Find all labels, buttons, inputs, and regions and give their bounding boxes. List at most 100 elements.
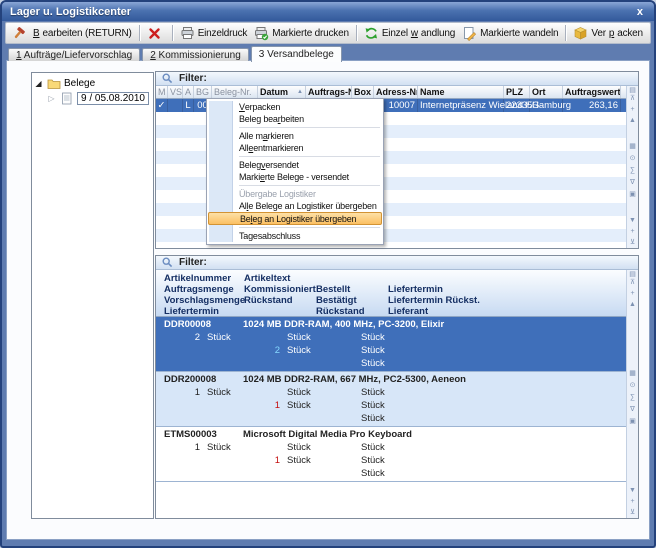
row-cell[interactable]: ✓: [156, 99, 168, 112]
column-header[interactable]: PLZ: [504, 86, 530, 98]
loeschen-button[interactable]: [144, 25, 168, 42]
filter-funnel-icon[interactable]: ∇: [630, 179, 635, 187]
column-chooser-icon[interactable]: ▤: [629, 87, 636, 95]
article-row[interactable]: 1StückStückStück: [156, 386, 626, 399]
band-header-label[interactable]: Vorschlagsmenge: [164, 295, 245, 306]
article-title-row[interactable]: ETMS00003Microsoft Digital Media Pro Key…: [156, 428, 626, 441]
tagesabschluss-button[interactable]: Tagesabschluss: [647, 25, 651, 42]
band-header-label[interactable]: Artikeltext: [244, 273, 290, 284]
scroll-top-icon[interactable]: ⊼: [630, 95, 635, 103]
tree-expander-icon[interactable]: ◢: [34, 79, 43, 88]
article-row[interactable]: Stück: [156, 467, 626, 480]
band-header-label[interactable]: Liefertermin Rückst.: [388, 295, 480, 306]
column-header[interactable]: Auftragswert €: [563, 86, 621, 98]
band-header-label[interactable]: Artikelnummer: [164, 273, 231, 284]
grid-scroll-strip[interactable]: ▤⊼+▲▦⊙∑∇▣▼+⊻: [626, 270, 638, 518]
scroll-top-icon[interactable]: ⊼: [630, 279, 635, 287]
column-header[interactable]: Box: [352, 86, 374, 98]
scroll-up-icon[interactable]: +: [630, 290, 634, 298]
band-header-label[interactable]: Liefertermin: [388, 284, 443, 295]
row-cell[interactable]: 263,16: [563, 99, 621, 112]
article-row[interactable]: Stück: [156, 412, 626, 425]
article-row[interactable]: 2StückStückStück: [156, 331, 626, 344]
column-header[interactable]: A: [183, 86, 194, 98]
bearbeiten-button[interactable]: Bearbeiten (RETURN): [9, 25, 135, 42]
row-cell[interactable]: Hamburg: [530, 99, 563, 112]
scroll-up-icon[interactable]: +: [630, 106, 634, 114]
row-up-icon[interactable]: ▲: [629, 301, 636, 309]
article-groups[interactable]: DDR000081024 MB DDR-RAM, 400 MHz, PC-320…: [156, 317, 626, 518]
row-down-icon[interactable]: ▼: [629, 217, 636, 225]
menu-item[interactable]: Alle markieren: [207, 130, 383, 142]
einzeldruck-button[interactable]: Einzeldruck: [177, 25, 251, 42]
scroll-bottom-icon[interactable]: ⊻: [630, 239, 635, 247]
sum-icon[interactable]: ∑: [630, 394, 635, 402]
article-group[interactable]: DDR000081024 MB DDR-RAM, 400 MHz, PC-320…: [156, 317, 626, 372]
menu-item[interactable]: Alle entmarkieren: [207, 142, 383, 154]
article-group[interactable]: DDR2000081024 MB DDR2-RAM, 667 MHz, PC2-…: [156, 372, 626, 427]
band-header-label[interactable]: Bestellt: [316, 284, 350, 295]
scroll-bottom-icon[interactable]: ⊻: [630, 509, 635, 517]
scroll-down-icon[interactable]: +: [630, 498, 634, 506]
search-icon[interactable]: ⊙: [630, 382, 636, 390]
article-row[interactable]: 1StückStück: [156, 399, 626, 412]
column-header[interactable]: Name: [418, 86, 504, 98]
filter-bar[interactable]: Filter:: [156, 72, 638, 86]
filter-bar[interactable]: Filter:: [156, 256, 638, 270]
row-cell[interactable]: 22335: [504, 99, 530, 112]
menu-item[interactable]: Alle Belege an Logistiker übergeben: [207, 200, 383, 212]
documents-tree[interactable]: ◢ Belege ▷ 9 / 05.08.2010: [31, 72, 154, 519]
grid-scroll-strip[interactable]: ▤⊼ + ▲ ▦ ⊙ ∑ ∇ ▣ ▼ + ⊻: [626, 86, 638, 248]
search-icon[interactable]: ⊙: [630, 155, 636, 163]
row-down-icon[interactable]: ▼: [629, 487, 636, 495]
layout-icon[interactable]: ▣: [629, 191, 636, 199]
band-header-label[interactable]: Auftragsmenge: [164, 284, 234, 295]
tab-kommissionierung[interactable]: 2 Kommissionierung: [142, 48, 249, 61]
title-bar[interactable]: Lager u. Logistikcenter x: [2, 2, 654, 21]
band-header-label[interactable]: Kommissioniert: [244, 284, 316, 295]
close-icon[interactable]: x: [634, 6, 646, 18]
tab-versandbelege[interactable]: 3 Versandbelege: [251, 46, 342, 62]
markierte-wandeln-button[interactable]: Markierte wandeln: [459, 25, 561, 42]
row-cell[interactable]: L: [183, 99, 194, 112]
column-header[interactable]: VS: [168, 86, 183, 98]
menu-item[interactable]: Tagesabschluss: [207, 230, 383, 242]
tree-collapsed-icon[interactable]: ▷: [47, 94, 56, 103]
row-cell[interactable]: [168, 99, 183, 112]
column-header[interactable]: M: [156, 86, 168, 98]
sum-icon[interactable]: ∑: [630, 167, 635, 175]
article-title-row[interactable]: DDR000081024 MB DDR-RAM, 400 MHz, PC-320…: [156, 318, 626, 331]
einzelwandlung-button[interactable]: Einzelwandlung: [361, 25, 458, 42]
article-row[interactable]: 2StückStück: [156, 344, 626, 357]
layout-icon[interactable]: ▣: [629, 418, 636, 426]
band-header-label[interactable]: Liefertermin: [164, 306, 219, 317]
tab-auftraege[interactable]: 1 Aufträge/Liefervorschlag: [8, 48, 140, 61]
column-header[interactable]: Ort: [530, 86, 563, 98]
grid-view-icon[interactable]: ▦: [629, 370, 636, 378]
grid-view-icon[interactable]: ▦: [629, 143, 636, 151]
article-group[interactable]: ETMS00003Microsoft Digital Media Pro Key…: [156, 427, 626, 482]
menu-item[interactable]: Beleg versendet: [207, 159, 383, 171]
row-up-icon[interactable]: ▲: [629, 117, 636, 125]
column-header[interactable]: Datum▲: [258, 86, 306, 98]
scroll-down-icon[interactable]: +: [630, 228, 634, 236]
filter-funnel-icon[interactable]: ∇: [630, 406, 635, 414]
column-header[interactable]: Auftrags-Nr.: [306, 86, 352, 98]
band-header-label[interactable]: Rückstand: [316, 306, 365, 317]
menu-item[interactable]: Markierte Belege - versendet: [207, 171, 383, 183]
band-header-label[interactable]: Rückstand: [244, 295, 293, 306]
tree-node-belege[interactable]: ◢ Belege: [34, 76, 151, 91]
menu-item[interactable]: Beleg bearbeiten: [207, 113, 383, 125]
article-row[interactable]: 1StückStückStück: [156, 441, 626, 454]
menu-item[interactable]: Verpacken: [207, 101, 383, 113]
band-header-label[interactable]: Bestätigt: [316, 295, 357, 306]
column-header[interactable]: Beleg-Nr.: [212, 86, 258, 98]
column-header[interactable]: Adress-Nr.: [374, 86, 418, 98]
verpacken-button[interactable]: Verpacken: [570, 25, 645, 42]
article-row[interactable]: Stück: [156, 357, 626, 370]
row-cell[interactable]: Internetpräsenz Wieland KG: [418, 99, 504, 112]
band-header-label[interactable]: Lieferant: [388, 306, 428, 317]
article-row[interactable]: 1StückStück: [156, 454, 626, 467]
menu-item[interactable]: Beleg an Logistiker übergeben: [208, 212, 382, 225]
markierte-drucken-button[interactable]: Markierte drucken: [251, 25, 352, 42]
